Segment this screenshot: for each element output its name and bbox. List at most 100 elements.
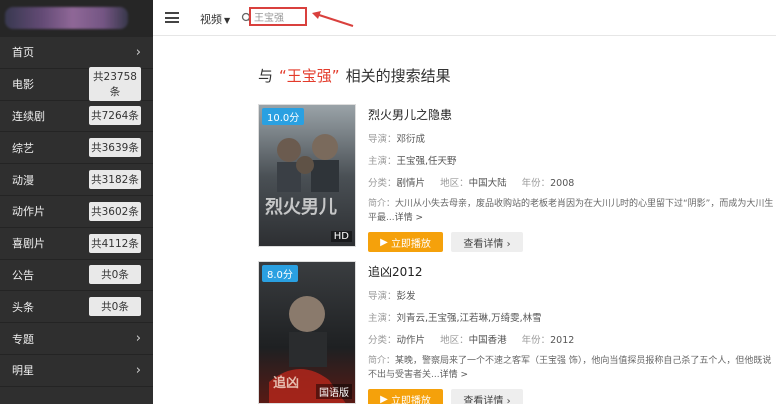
detail-button-label: 查看详情 › xyxy=(463,395,511,404)
synopsis-text: 某晚，警察局来了一个不速之客军（王宝强 饰），他向当值探员报称自己杀了五个人，但… xyxy=(368,356,772,380)
rating-badge: 10.0分 xyxy=(262,108,305,125)
sidebar-item-label: 头条 xyxy=(12,300,34,314)
sidebar-item-label: 专题 xyxy=(12,332,34,346)
sidebar-item[interactable]: 首页 › xyxy=(0,37,153,69)
sidebar-item-label: 动漫 xyxy=(12,173,34,187)
movie-title[interactable]: 追凶2012 xyxy=(368,263,776,280)
director-value[interactable]: 邓衍成 xyxy=(397,134,426,145)
sidebar-item[interactable]: 综艺 共3639条 xyxy=(0,132,153,165)
movie-poster[interactable]: 烈火男儿 10.0分 HD xyxy=(258,104,356,247)
director-row: 导演：邓衍成 xyxy=(368,131,776,145)
channel-dropdown[interactable]: 视频 ▼ xyxy=(200,11,230,27)
movie-title[interactable]: 烈火男儿之隐患 xyxy=(368,106,776,123)
synopsis: 简介：某晚，警察局来了一个不速之客军（王宝强 饰），他向当值探员报称自己杀了五个… xyxy=(368,354,776,382)
cast-value[interactable]: 刘青云,王宝强,江若琳,万绮雯,林雪 xyxy=(397,313,542,324)
heading-prefix: 与 xyxy=(258,67,274,85)
svg-text:烈火男儿: 烈火男儿 xyxy=(265,197,337,218)
region-label: 地区： xyxy=(440,335,469,346)
sidebar-item[interactable]: 头条 共0条 xyxy=(0,291,153,324)
detail-button-label: 查看详情 › xyxy=(463,238,511,250)
sidebar-item[interactable]: 动漫 共3182条 xyxy=(0,164,153,196)
logo-image xyxy=(5,7,128,29)
meta-row: 分类：剧情片 地区：中国大陆 年份：2008 xyxy=(368,175,776,189)
more-link[interactable]: 详情 > xyxy=(440,370,468,380)
type-value: 剧情片 xyxy=(396,178,426,189)
year-label: 年份： xyxy=(521,178,551,189)
count-badge: 共3639条 xyxy=(89,138,141,158)
region-value: 中国香港 xyxy=(468,335,507,346)
synopsis-text: 大川从小失去母亲，废品收购站的老板老肖因为在大川儿时的心里留下过“阴影”，而成为… xyxy=(368,199,774,223)
site-logo[interactable] xyxy=(0,0,153,37)
channel-label: 视频 xyxy=(200,13,222,26)
search-results: 与 “王宝强” 相关的搜索结果 烈火男儿 10.0分 HD 烈火男儿之隐患 导演：邓… xyxy=(153,37,776,404)
play-button[interactable]: ▶ 立即播放 xyxy=(368,232,443,252)
detail-button[interactable]: 查看详情 › xyxy=(451,389,523,404)
play-button-label: 立即播放 xyxy=(390,238,431,250)
page: 首页 › 电影 共23758条连续剧 共7264条综艺 共3639条动漫 共3182条动作片… xyxy=(0,0,776,404)
cast-value[interactable]: 王宝强,任天野 xyxy=(397,156,457,167)
sidebar-item-label: 喜剧片 xyxy=(12,237,45,251)
type-value: 动作片 xyxy=(396,335,426,346)
count-badge: 共7264条 xyxy=(89,106,141,126)
chevron-right-icon: › xyxy=(135,44,141,60)
play-icon: ▶ xyxy=(380,236,391,248)
sidebar-item-label: 综艺 xyxy=(12,141,34,155)
type-label: 分类： xyxy=(368,335,397,346)
result-info: 追凶2012 导演：彭发 主演：刘青云,王宝强,江若琳,万绮雯,林雪 分类：动作… xyxy=(368,261,776,404)
year-label: 年份： xyxy=(521,335,551,346)
sidebar-item[interactable]: 连续剧 共7264条 xyxy=(0,101,153,133)
type-label: 分类： xyxy=(368,178,397,189)
sidebar-item-label: 首页 xyxy=(12,46,34,60)
top-bar: 视频 ▼ xyxy=(153,0,776,36)
sidebar-item[interactable]: 电影 共23758条 xyxy=(0,67,153,102)
more-link[interactable]: 详情 > xyxy=(395,213,423,223)
cast-row: 主演：刘青云,王宝强,江若琳,万绮雯,林雪 xyxy=(368,310,776,324)
heading-suffix: 相关的搜索结果 xyxy=(345,67,451,85)
count-badge: 共0条 xyxy=(89,265,141,285)
result-info: 烈火男儿之隐患 导演：邓衍成 主演：王宝强,任天野 分类：剧情片 地区：中国大陆… xyxy=(368,104,776,252)
cast-label: 主演： xyxy=(368,313,397,324)
sidebar-item[interactable]: 喜剧片 共4112条 xyxy=(0,228,153,260)
results-heading: 与 “王宝强” 相关的搜索结果 xyxy=(258,65,451,86)
count-badge: 共0条 xyxy=(89,297,141,317)
sidebar-item[interactable]: 明星 › xyxy=(0,355,153,387)
sidebar-nav: 首页 › 电影 共23758条连续剧 共7264条综艺 共3639条动漫 共3182条动作片… xyxy=(0,37,153,387)
cast-label: 主演： xyxy=(368,156,397,167)
action-buttons: ▶ 立即播放 查看详情 › xyxy=(368,389,776,404)
count-badge: 共23758条 xyxy=(89,67,141,102)
sidebar-item-label: 明星 xyxy=(12,364,34,378)
cast-row: 主演：王宝强,任天野 xyxy=(368,153,776,167)
annotation-arrow xyxy=(312,11,354,27)
version-tag: 国语版 xyxy=(316,384,352,399)
synopsis-label: 简介： xyxy=(368,199,396,209)
sidebar-item[interactable]: 专题 › xyxy=(0,323,153,355)
director-label: 导演： xyxy=(368,291,397,302)
sidebar-item-label: 电影 xyxy=(12,78,34,92)
poster-art: 追凶 xyxy=(259,262,355,403)
poster-art: 烈火男儿 xyxy=(259,105,355,246)
synopsis-label: 简介： xyxy=(368,356,396,366)
menu-icon[interactable] xyxy=(165,12,179,23)
play-icon: ▶ xyxy=(380,393,391,404)
sidebar-item[interactable]: 公告 共0条 xyxy=(0,260,153,292)
movie-poster[interactable]: 追凶 8.0分 国语版 xyxy=(258,261,356,404)
count-badge: 共4112条 xyxy=(89,233,141,253)
heading-keyword: “王宝强” xyxy=(279,67,340,85)
meta-row: 分类：动作片 地区：中国香港 年份：2012 xyxy=(368,332,776,346)
director-row: 导演：彭发 xyxy=(368,288,776,302)
search-input[interactable] xyxy=(249,7,307,26)
rating-badge: 8.0分 xyxy=(262,265,298,282)
sidebar-item[interactable]: 动作片 共3602条 xyxy=(0,196,153,228)
year-value: 2012 xyxy=(550,335,575,346)
play-button[interactable]: ▶ 立即播放 xyxy=(368,389,443,404)
count-badge: 共3182条 xyxy=(89,170,141,190)
sidebar-item-label: 连续剧 xyxy=(12,109,45,123)
sidebar-item-label: 公告 xyxy=(12,268,34,282)
director-value[interactable]: 彭发 xyxy=(397,291,416,302)
sidebar-item-label: 动作片 xyxy=(12,205,45,219)
play-button-label: 立即播放 xyxy=(390,395,431,404)
detail-button[interactable]: 查看详情 › xyxy=(451,232,523,252)
quality-tag: HD xyxy=(330,231,352,242)
sidebar: 首页 › 电影 共23758条连续剧 共7264条综艺 共3639条动漫 共3182条动作片… xyxy=(0,0,153,404)
action-buttons: ▶ 立即播放 查看详情 › xyxy=(368,232,776,252)
